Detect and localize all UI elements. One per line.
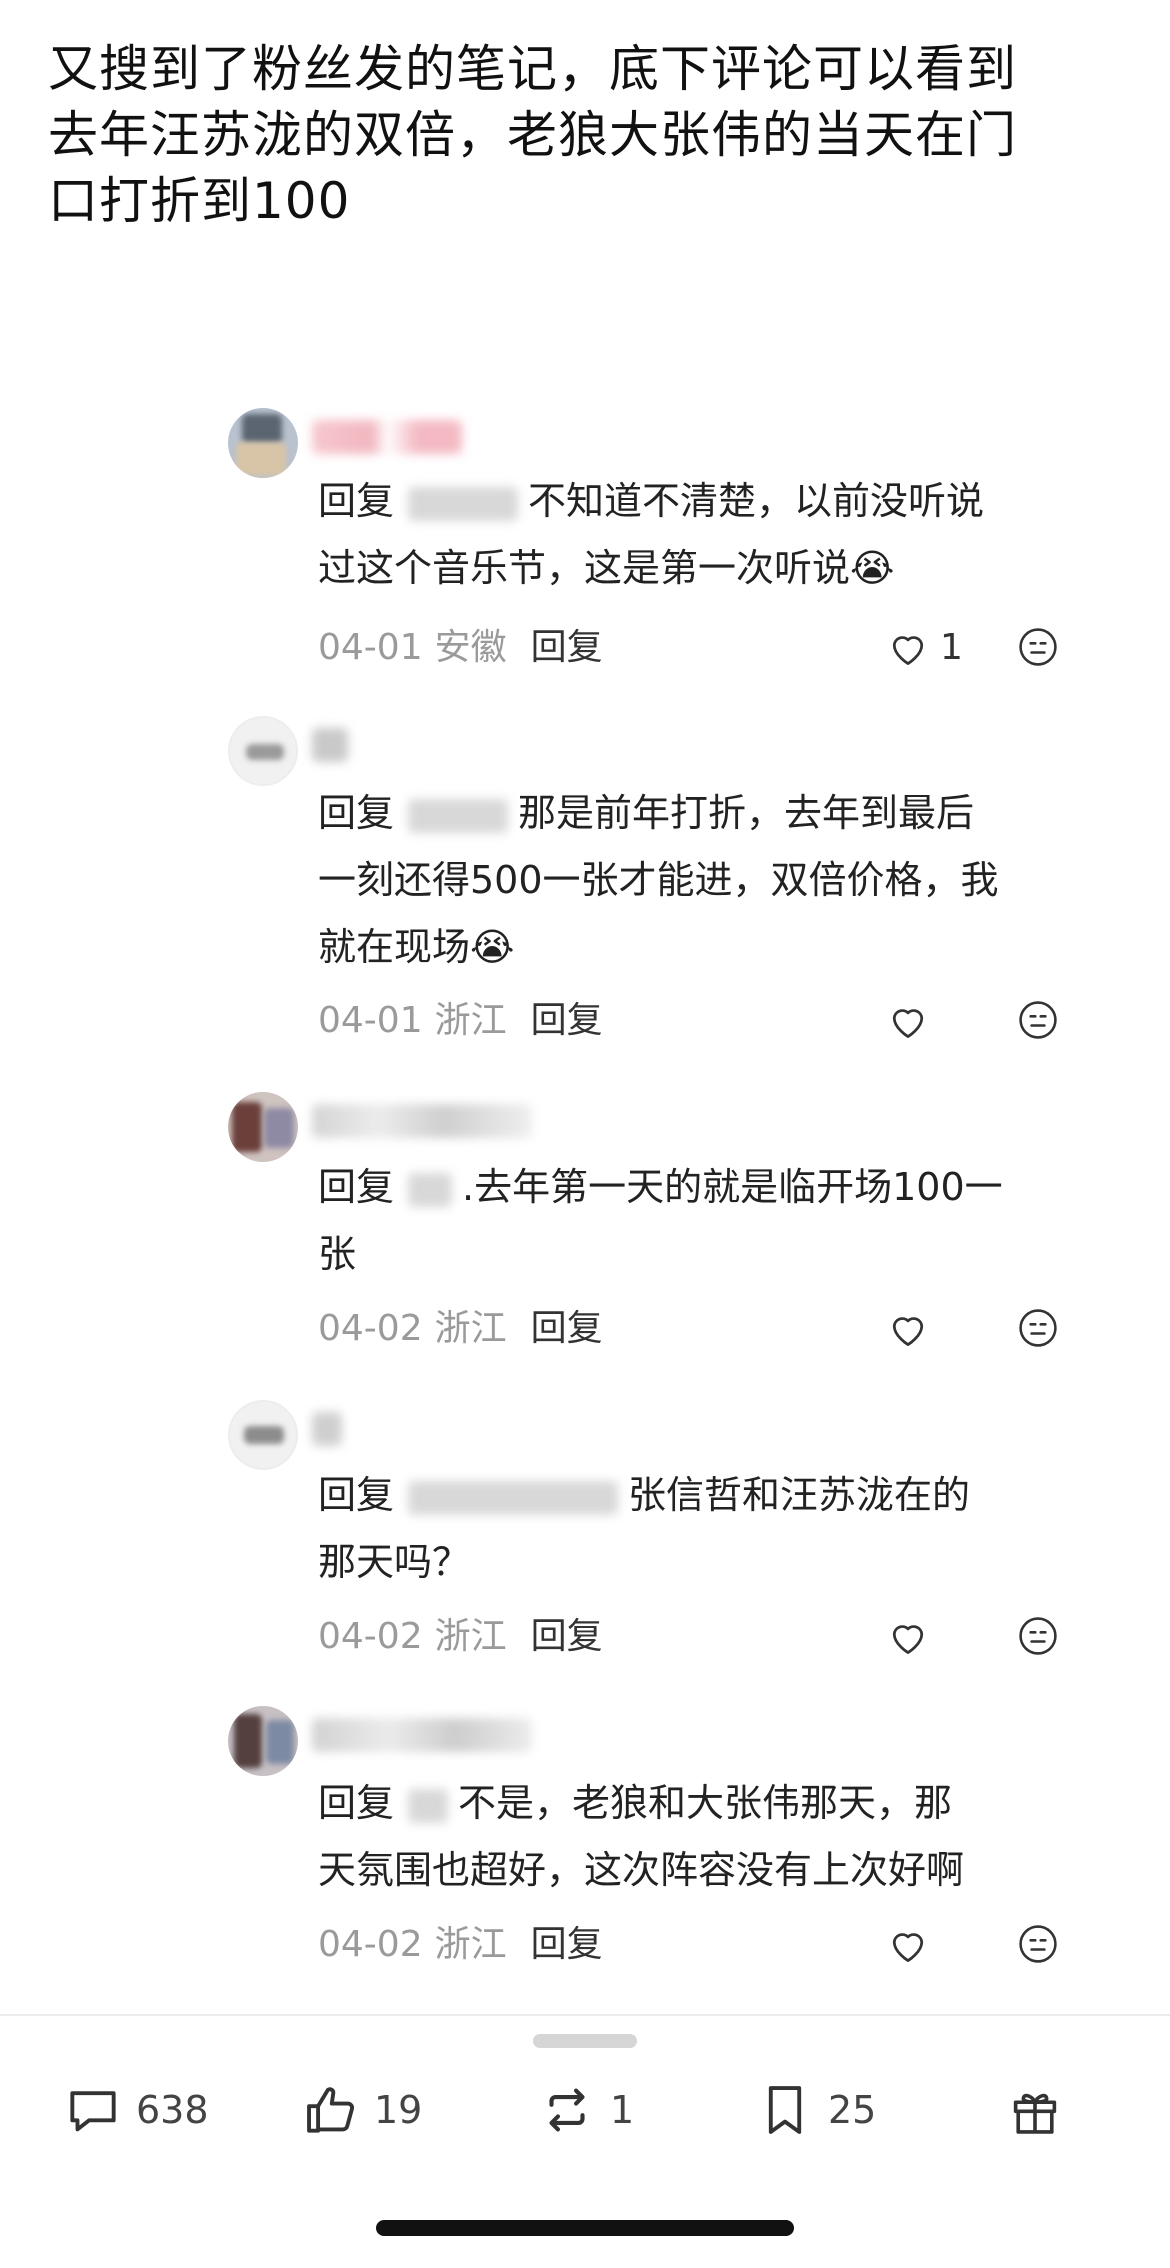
reply-button[interactable]: 回复: [531, 1924, 603, 1965]
comment-meta: 04-02 浙江 回复: [318, 1612, 1078, 1662]
reply-target-blurred: [408, 486, 519, 521]
comment-bubble-icon: [70, 2091, 116, 2132]
comment-location: 浙江: [434, 1308, 507, 1349]
comment-text: 回复 不是，老狼和大张伟那天，那 天氛围也超好，这次阵容没有上次好啊: [318, 1770, 1078, 1904]
comment-text: 回复 那是前年打折，去年到最后 一刻还得500一张才能进，双倍价格，我 就在现场😭: [318, 780, 1078, 981]
comment-line: 一刻还得500一张才能进，双倍价格，我: [318, 858, 999, 902]
favorite-button[interactable]: 25: [754, 2072, 876, 2148]
divider: [0, 2014, 1170, 2016]
post-line: 口打折到100: [48, 172, 351, 230]
reply-target-blurred: [408, 1788, 449, 1823]
emoji-reaction-icon[interactable]: [1016, 625, 1060, 669]
comment-meta: 04-01 安徽 回复 1: [318, 623, 1078, 673]
like-button[interactable]: [886, 1304, 940, 1354]
comment-meta: 04-01 浙江 回复: [318, 996, 1078, 1046]
comment-date: 04-02: [318, 1616, 423, 1657]
like-count: 19: [374, 2088, 423, 2132]
heart-icon: [892, 1933, 924, 1962]
comment-text: 回复 张信哲和汪苏泷在的 那天吗？: [318, 1462, 1078, 1596]
gift-button[interactable]: [1004, 2072, 1066, 2148]
comment-location: 浙江: [434, 1616, 507, 1657]
avatar[interactable]: [228, 1706, 298, 1776]
comment-location: 安徽: [434, 627, 507, 668]
heart-icon: [892, 636, 924, 665]
comment-date: 04-01: [318, 627, 423, 668]
post-line: 去年汪苏泷的双倍，老狼大张伟的当天在门: [48, 106, 1017, 164]
comment-date: 04-02: [318, 1924, 423, 1965]
comment-meta: 04-02 浙江 回复: [318, 1304, 1078, 1354]
avatar[interactable]: [228, 408, 298, 478]
like-post-button[interactable]: 19: [300, 2072, 422, 2148]
comment-line: 不是，老狼和大张伟那天，那: [458, 1781, 953, 1825]
comment-line: 张: [318, 1232, 357, 1276]
reply-prefix: 回复: [318, 1473, 395, 1517]
comment-line: 天氛围也超好，这次阵容没有上次好啊: [318, 1848, 965, 1892]
comment-count: 638: [136, 2088, 209, 2132]
heart-icon: [892, 1317, 924, 1346]
reply-button[interactable]: 回复: [531, 627, 603, 668]
comment-location: 浙江: [434, 1924, 507, 1965]
repost-count: 1: [610, 2088, 635, 2132]
post-text: 又搜到了粉丝发的笔记，底下评论可以看到 去年汪苏泷的双倍，老狼大张伟的当天在门 …: [48, 36, 1128, 234]
comment-line: .去年第一天的就是临开场100一: [462, 1165, 1003, 1209]
comment-date: 04-02: [318, 1308, 423, 1349]
comment-button[interactable]: 638: [62, 2072, 209, 2148]
reply-prefix: 回复: [318, 1781, 395, 1825]
username-blurred[interactable]: [312, 728, 348, 762]
comment-meta: 04-02 浙江 回复: [318, 1920, 1078, 1970]
repost-button[interactable]: 1: [536, 2072, 634, 2148]
avatar[interactable]: [228, 716, 298, 786]
repost-icon: [549, 2088, 585, 2132]
avatar[interactable]: [228, 1092, 298, 1162]
reply-button[interactable]: 回复: [531, 1308, 603, 1349]
username-blurred[interactable]: [312, 420, 462, 454]
emoji-reaction-icon[interactable]: [1016, 1306, 1060, 1350]
heart-icon: [892, 1009, 924, 1038]
favorite-count: 25: [828, 2088, 877, 2132]
drag-handle[interactable]: [533, 2034, 637, 2048]
comment-line: 就在现场😭: [318, 925, 515, 969]
heart-icon: [892, 1625, 924, 1654]
comment-line: 那是前年打折，去年到最后: [518, 791, 975, 835]
comment-location: 浙江: [434, 1000, 507, 1041]
emoji-reaction-icon[interactable]: [1016, 1922, 1060, 1966]
emoji-reaction-icon[interactable]: [1016, 1614, 1060, 1658]
username-blurred[interactable]: [312, 1718, 532, 1752]
reply-target-blurred: [408, 1480, 619, 1515]
reply-button[interactable]: 回复: [531, 1000, 603, 1041]
reply-prefix: 回复: [318, 479, 395, 523]
avatar[interactable]: [228, 1400, 298, 1470]
reply-prefix: 回复: [318, 1165, 395, 1209]
comment-text: 回复 .去年第一天的就是临开场100一 张: [318, 1154, 1078, 1288]
comment-line: 那天吗？: [318, 1540, 471, 1584]
username-blurred[interactable]: [312, 1412, 342, 1446]
bottom-action-bar: 638 19 1 25: [0, 2050, 1170, 2170]
like-button[interactable]: [886, 1612, 940, 1662]
reply-prefix: 回复: [318, 791, 395, 835]
emoji-reaction-icon[interactable]: [1016, 998, 1060, 1042]
gift-icon: [1013, 2093, 1057, 2134]
home-indicator: [376, 2220, 794, 2236]
bookmark-icon: [768, 2086, 802, 2134]
like-button[interactable]: 1: [886, 623, 963, 673]
like-button[interactable]: [886, 1920, 940, 1970]
reply-button[interactable]: 回复: [531, 1616, 603, 1657]
comment-text: 回复 不知道不清楚，以前没听说 过这个音乐节，这是第一次听说😭: [318, 468, 1078, 602]
thumbs-up-icon: [307, 2087, 355, 2133]
comment-line: 张信哲和汪苏泷在的: [628, 1473, 971, 1517]
comment-line: 不知道不清楚，以前没听说: [528, 479, 985, 523]
comment-date: 04-01: [318, 1000, 423, 1041]
like-button[interactable]: [886, 996, 940, 1046]
like-count: 1: [940, 627, 963, 668]
post-line: 又搜到了粉丝发的笔记，底下评论可以看到: [48, 40, 1017, 98]
reply-target-blurred: [408, 1172, 453, 1207]
username-blurred[interactable]: [312, 1104, 532, 1138]
comment-line: 过这个音乐节，这是第一次听说😭: [318, 546, 895, 590]
reply-target-blurred: [408, 798, 509, 833]
